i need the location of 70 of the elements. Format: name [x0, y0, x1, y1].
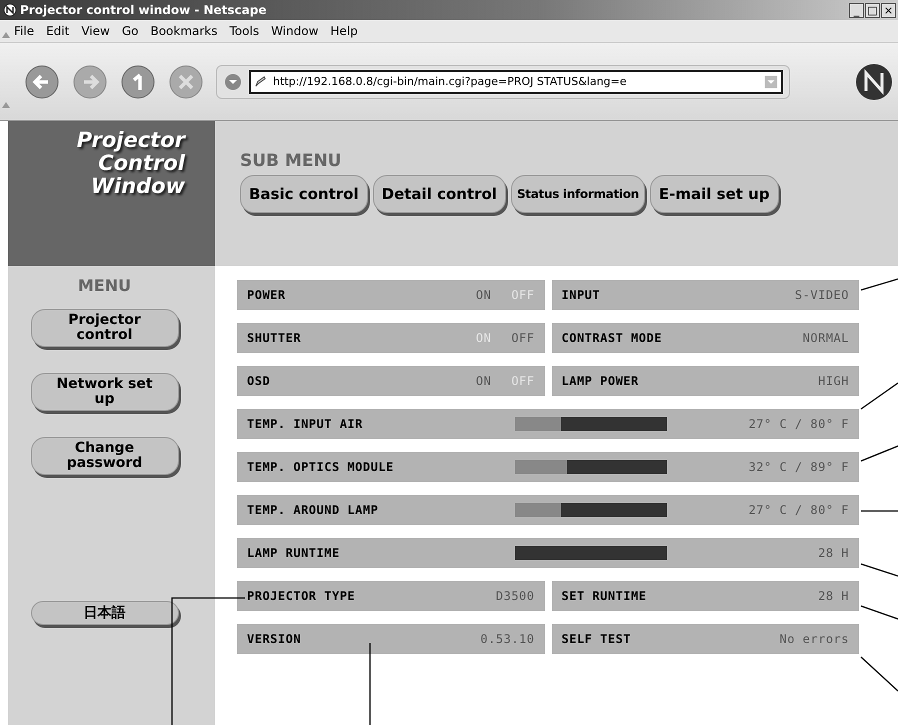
- menu-item[interactable]: View: [81, 24, 110, 38]
- leader-line: [861, 510, 898, 512]
- leader-line: [860, 278, 898, 291]
- menu-button[interactable]: 日本語: [30, 601, 178, 625]
- back-button-icon[interactable]: [24, 64, 60, 100]
- status-label: SET RUNTIME: [562, 589, 646, 603]
- status-label: LAMP POWER: [562, 374, 639, 388]
- sub-menu-heading: SUB MENU: [240, 151, 342, 171]
- leader-line: [860, 656, 898, 692]
- status-label: INPUT: [562, 288, 600, 302]
- menu-item[interactable]: Go: [122, 24, 138, 38]
- off-indicator: OFF: [511, 331, 534, 345]
- status-value: No errors: [779, 632, 849, 646]
- grip-icon[interactable]: [2, 102, 10, 108]
- menu-item[interactable]: Tools: [230, 24, 260, 38]
- url-text: http://192.168.0.8/cgi-bin/main.cgi?page=PROJ STATUS&lang=e: [273, 75, 628, 88]
- status-label: SELF TEST: [562, 632, 632, 646]
- maximize-button[interactable]: □: [865, 2, 880, 18]
- menu-item[interactable]: Edit: [46, 24, 70, 38]
- status-label: POWER: [247, 288, 286, 302]
- status-value: NORMAL: [802, 331, 849, 345]
- sub-menu-button[interactable]: Detail control: [372, 175, 506, 213]
- status-label: OSD: [247, 374, 270, 388]
- menu-heading: MENU: [78, 276, 132, 295]
- on-indicator: ON: [476, 374, 492, 388]
- status-value: 28 H: [818, 546, 849, 560]
- app-logo-icon: [3, 3, 17, 17]
- status-value: 27° C / 80° F: [748, 503, 849, 517]
- menu-item[interactable]: Window: [271, 24, 318, 38]
- menu-button[interactable]: Change password: [30, 437, 178, 475]
- logo-text: Projector Control Window: [76, 129, 185, 198]
- address-field[interactable]: http://192.168.0.8/cgi-bin/main.cgi?page=PROJ STATUS&lang=e: [249, 70, 783, 94]
- leader-line: [860, 445, 898, 462]
- grip-icon[interactable]: [2, 32, 10, 38]
- sub-menu-button[interactable]: E-mail set up: [650, 175, 779, 213]
- stop-button-icon[interactable]: [168, 64, 204, 100]
- status-value: S-VIDEO: [794, 288, 849, 302]
- leader-line: [860, 563, 898, 577]
- dropdown-icon[interactable]: [223, 72, 243, 92]
- status-value: HIGH: [818, 374, 849, 388]
- forward-button-icon[interactable]: [72, 64, 108, 100]
- close-button[interactable]: ×: [881, 2, 896, 18]
- status-value: 32° C / 89° F: [748, 460, 849, 474]
- status-value: 28 H: [818, 589, 849, 603]
- sub-menu-button[interactable]: Status information: [510, 175, 645, 213]
- browser-logo-icon[interactable]: [854, 62, 894, 102]
- menu-item[interactable]: Help: [330, 24, 358, 38]
- status-value: 27° C / 80° F: [748, 417, 849, 431]
- pen-icon: [254, 75, 267, 88]
- window-title: Projector control window - Netscape: [20, 3, 268, 17]
- menu-button[interactable]: Projector control: [30, 309, 178, 347]
- leader-line: [860, 382, 898, 410]
- on-indicator: ON: [476, 288, 492, 302]
- status-label: PROJECTOR TYPE: [247, 589, 356, 603]
- status-value: 0.53.10: [480, 632, 534, 646]
- menu-item[interactable]: Bookmarks: [150, 24, 218, 38]
- leader-line: [860, 605, 898, 620]
- status-label: TEMP. AROUND LAMP: [247, 503, 378, 517]
- dropdown-icon[interactable]: [764, 74, 778, 88]
- status-label: TEMP. INPUT AIR: [247, 417, 363, 431]
- status-label: LAMP RUNTIME: [247, 546, 340, 560]
- sub-menu-button[interactable]: Basic control: [240, 175, 368, 213]
- status-label: VERSION: [247, 632, 302, 646]
- minimize-button[interactable]: _: [849, 2, 864, 18]
- status-label: CONTRAST MODE: [562, 331, 662, 345]
- status-label: SHUTTER: [247, 331, 302, 345]
- status-label: TEMP. OPTICS MODULE: [247, 460, 394, 474]
- status-value: D3500: [496, 589, 534, 603]
- menu-item[interactable]: File: [14, 24, 34, 38]
- menu-button[interactable]: Network set up: [30, 373, 178, 411]
